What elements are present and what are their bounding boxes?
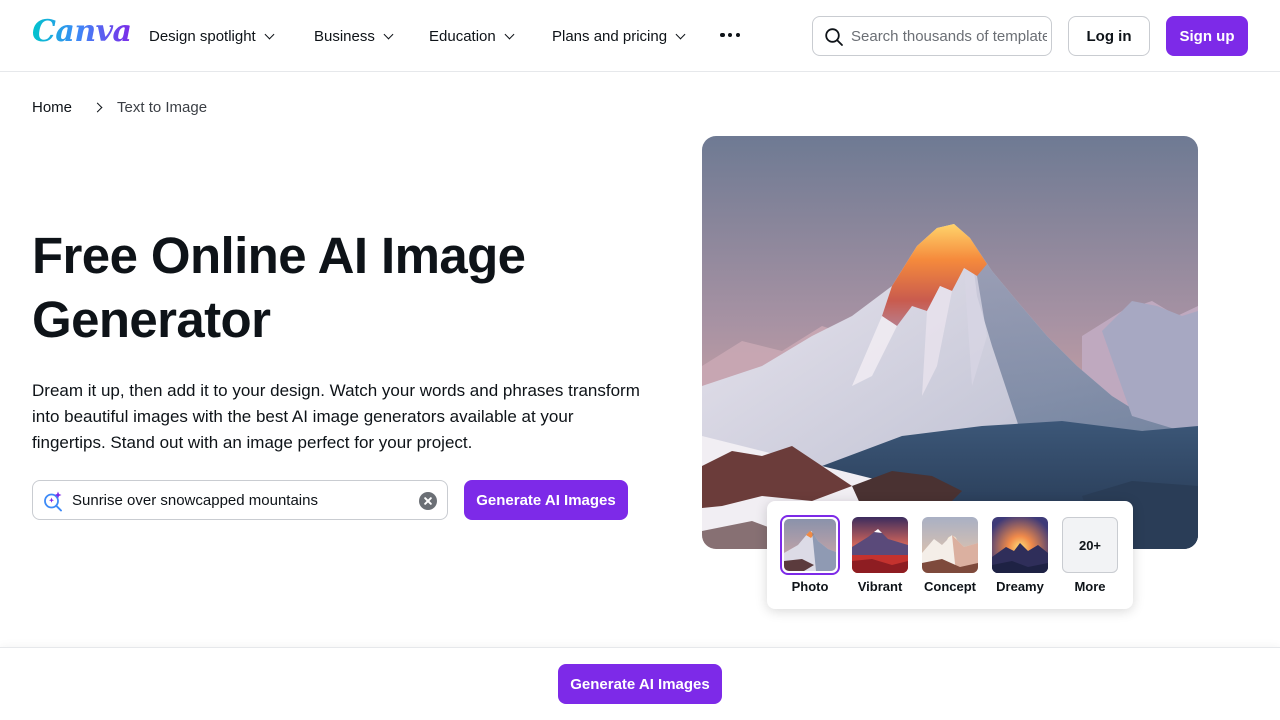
generate-button-sticky[interactable]: Generate AI Images [558,664,722,704]
ai-search-icon [44,491,62,512]
style-label: Vibrant [857,579,903,594]
breadcrumb: Home Text to Image [32,97,207,117]
style-option-concept[interactable]: Concept [920,515,980,603]
style-label: More [1074,579,1106,594]
style-label: Concept [924,579,976,594]
generate-button[interactable]: Generate AI Images [464,480,628,520]
concept-style-image [922,517,978,573]
signup-button[interactable]: Sign up [1166,16,1248,56]
breadcrumb-current: Text to Image [117,98,208,116]
nav-label: Plans and pricing [552,27,668,45]
style-option-vibrant[interactable]: Vibrant [850,515,910,603]
sticky-cta-bar: Generate AI Images [0,647,1280,720]
hero-mountain-image [702,136,1198,549]
chevron-down-icon [504,29,515,39]
style-thumbnail [780,515,840,575]
breadcrumb-home-link[interactable]: Home [32,99,72,116]
nav-label: Business [314,27,375,45]
search-input[interactable] [851,26,1047,46]
chevron-down-icon [383,29,394,39]
hero-description: Dream it up, then add it to your design.… [32,381,640,452]
style-thumbnail [922,517,978,573]
chevron-down-icon [264,29,275,39]
style-option-more[interactable]: 20+ More [1060,515,1120,603]
clear-icon[interactable] [419,492,437,510]
more-styles-count: 20+ [1062,517,1118,573]
chevron-down-icon [675,29,686,39]
style-picker: Photo Vibrant Concept Dreamy 20+ More [767,501,1133,609]
photo-style-image [784,519,836,571]
prompt-input[interactable] [72,490,402,510]
top-nav-bar: Canva Design spotlight Business Educatio… [0,0,1280,72]
style-thumbnail [852,517,908,573]
style-thumbnail [992,517,1048,573]
style-option-photo[interactable]: Photo [780,515,840,603]
login-button[interactable]: Log in [1068,16,1150,56]
more-horizontal-icon[interactable] [718,26,742,44]
vibrant-style-image [852,517,908,573]
nav-design-spotlight[interactable]: Design spotlight [149,24,275,48]
style-option-dreamy[interactable]: Dreamy [990,515,1050,603]
prompt-field [32,480,448,520]
dreamy-style-image [992,517,1048,573]
style-label: Dreamy [996,579,1044,594]
template-search [812,16,1052,56]
page-title: Free Online AI Image Generator [32,227,526,348]
nav-plans-pricing[interactable]: Plans and pricing [552,24,686,48]
chevron-right-icon [92,102,103,112]
nav-label: Design spotlight [149,27,256,45]
nav-label: Education [429,27,496,45]
nav-education[interactable]: Education [429,24,515,48]
search-icon [825,28,843,46]
mountain-illustration [702,136,1198,549]
canva-logo[interactable]: Canva [32,14,132,49]
nav-business[interactable]: Business [314,24,394,48]
style-label: Photo [791,579,829,594]
